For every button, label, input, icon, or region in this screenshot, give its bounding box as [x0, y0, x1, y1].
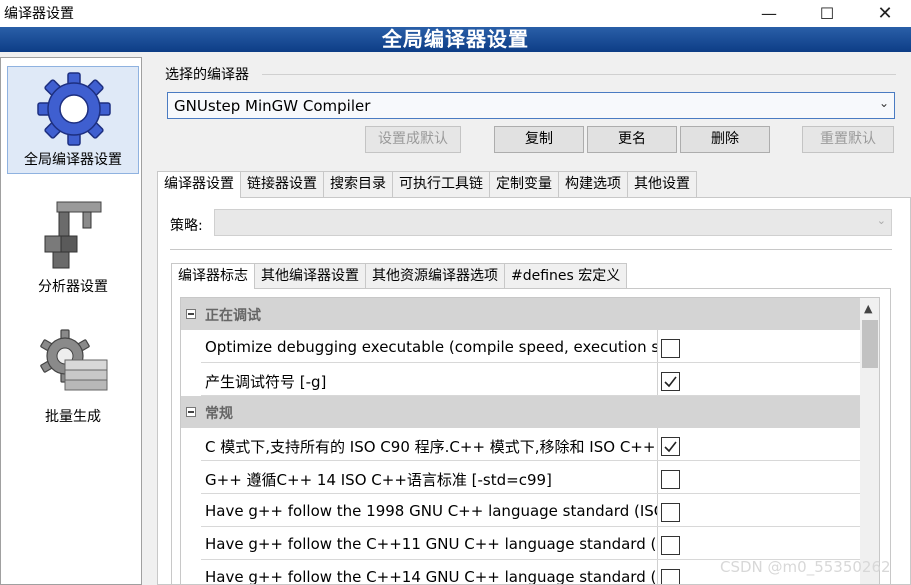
flag-name: Have g++ follow the C++11 GNU C++ langua…: [205, 535, 657, 553]
compiler-select[interactable]: GNUstep MinGW Compiler ⌄: [167, 92, 895, 119]
watermark: CSDN @m0_55350262: [720, 558, 891, 576]
rename-button[interactable]: 更名: [587, 126, 677, 153]
tab-other-resource-compiler-options[interactable]: 其他资源编译器选项: [365, 263, 505, 288]
reset-default-button[interactable]: 重置默认: [802, 126, 894, 153]
compiler-group-label: 选择的编译器: [165, 67, 249, 83]
tab-defines[interactable]: #defines 宏定义: [504, 263, 628, 288]
sidebar-item-global-compiler-settings[interactable]: 全局编译器设置: [7, 66, 139, 174]
flag-name: Have g++ follow the 1998 GNU C++ languag…: [205, 502, 657, 520]
tab-toolchain-executables[interactable]: 可执行工具链: [392, 171, 490, 197]
tab-linker-settings[interactable]: 链接器设置: [240, 171, 324, 197]
flag-checkbox[interactable]: [661, 372, 680, 391]
main-tabs: 编译器设置 链接器设置 搜索目录 可执行工具链 定制变量 构建选项 其他设置: [157, 171, 697, 198]
tab-other-settings[interactable]: 其他设置: [627, 171, 697, 197]
checkmark-icon: [664, 441, 677, 453]
tab-build-options[interactable]: 构建选项: [558, 171, 628, 197]
strategy-select[interactable]: ⌄: [214, 209, 892, 236]
sidebar-item-batch-build[interactable]: 批量生成: [7, 322, 139, 430]
copy-button[interactable]: 复制: [494, 126, 584, 153]
flag-row[interactable]: Have g++ follow the C++11 GNU C++ langua…: [181, 527, 860, 560]
category-name: 正在调试: [205, 308, 261, 324]
flag-checkbox[interactable]: [661, 437, 680, 456]
flag-name: 产生调试符号 [-g]: [205, 373, 327, 391]
flag-row[interactable]: Have g++ follow the 1998 GNU C++ languag…: [181, 494, 860, 527]
sidebar-item-label: 全局编译器设置: [24, 152, 122, 168]
page-banner: 全局编译器设置: [0, 27, 911, 52]
tab-search-directories[interactable]: 搜索目录: [323, 171, 393, 197]
tab-custom-variables[interactable]: 定制变量: [489, 171, 559, 197]
caliper-icon: [44, 201, 102, 269]
checkmark-icon: [664, 376, 677, 388]
collapse-icon[interactable]: [186, 309, 196, 319]
maximize-button[interactable]: ☐: [804, 0, 850, 27]
flag-row[interactable]: Optimize debugging executable (compile s…: [181, 330, 860, 363]
window-title: 编译器设置: [4, 6, 74, 22]
flag-checkbox[interactable]: [661, 536, 680, 555]
collapse-icon[interactable]: [186, 407, 196, 417]
flag-checkbox[interactable]: [661, 339, 680, 358]
flag-name: C 模式下,支持所有的 ISO C90 程序.C++ 模式下,移除和 ISO C…: [205, 438, 657, 456]
gear-icon: [37, 72, 111, 146]
minimize-button[interactable]: —: [746, 0, 792, 27]
flag-name: Have g++ follow the C++14 GNU C++ langua…: [205, 568, 657, 585]
title-bar: 编译器设置 — ☐ ✕: [0, 0, 911, 27]
vertical-scrollbar[interactable]: ▲: [860, 298, 879, 584]
category-name: 常规: [205, 406, 233, 422]
strategy-label: 策略:: [170, 218, 203, 234]
flag-name: G++ 遵循C++ 14 ISO C++语言标准 [-std=c99]: [205, 471, 552, 489]
group-divider: [262, 74, 896, 75]
compiler-select-value: GNUstep MinGW Compiler: [174, 97, 371, 115]
flag-name: Optimize debugging executable (compile s…: [205, 338, 657, 356]
chevron-down-icon: ⌄: [878, 96, 889, 110]
tab-other-compiler-options[interactable]: 其他编译器设置: [254, 263, 366, 288]
tab-compiler-settings[interactable]: 编译器设置: [157, 171, 241, 198]
flag-checkbox[interactable]: [661, 470, 680, 489]
set-default-button[interactable]: 设置成默认: [365, 126, 461, 153]
sidebar-item-label: 批量生成: [45, 409, 101, 425]
compiler-flags-grid: 正在调试 Optimize debugging executable (comp…: [180, 297, 880, 585]
tab-compiler-flags[interactable]: 编译器标志: [171, 263, 255, 289]
category-row[interactable]: 正在调试: [181, 298, 860, 330]
chevron-down-icon: ⌄: [876, 214, 886, 227]
sidebar: 全局编译器设置 分析器设置 批量生成: [0, 57, 142, 585]
flag-row[interactable]: C 模式下,支持所有的 ISO C90 程序.C++ 模式下,移除和 ISO C…: [181, 428, 860, 461]
flag-checkbox[interactable]: [661, 503, 680, 522]
close-button[interactable]: ✕: [862, 0, 908, 27]
flag-checkbox[interactable]: [661, 569, 680, 584]
sub-tabs: 编译器标志 其他编译器设置 其他资源编译器选项 #defines 宏定义: [171, 263, 628, 289]
flag-row[interactable]: G++ 遵循C++ 14 ISO C++语言标准 [-std=c99]: [181, 461, 860, 494]
batch-build-icon: [40, 329, 108, 391]
sidebar-item-profiler-settings[interactable]: 分析器设置: [7, 192, 139, 300]
delete-button[interactable]: 删除: [680, 126, 770, 153]
sidebar-item-label: 分析器设置: [38, 279, 108, 295]
category-row[interactable]: 常规: [181, 396, 860, 428]
divider: [170, 249, 892, 250]
flag-row[interactable]: 产生调试符号 [-g]: [181, 363, 860, 396]
scroll-up-icon[interactable]: ▲: [864, 302, 872, 315]
scroll-thumb[interactable]: [862, 320, 878, 368]
